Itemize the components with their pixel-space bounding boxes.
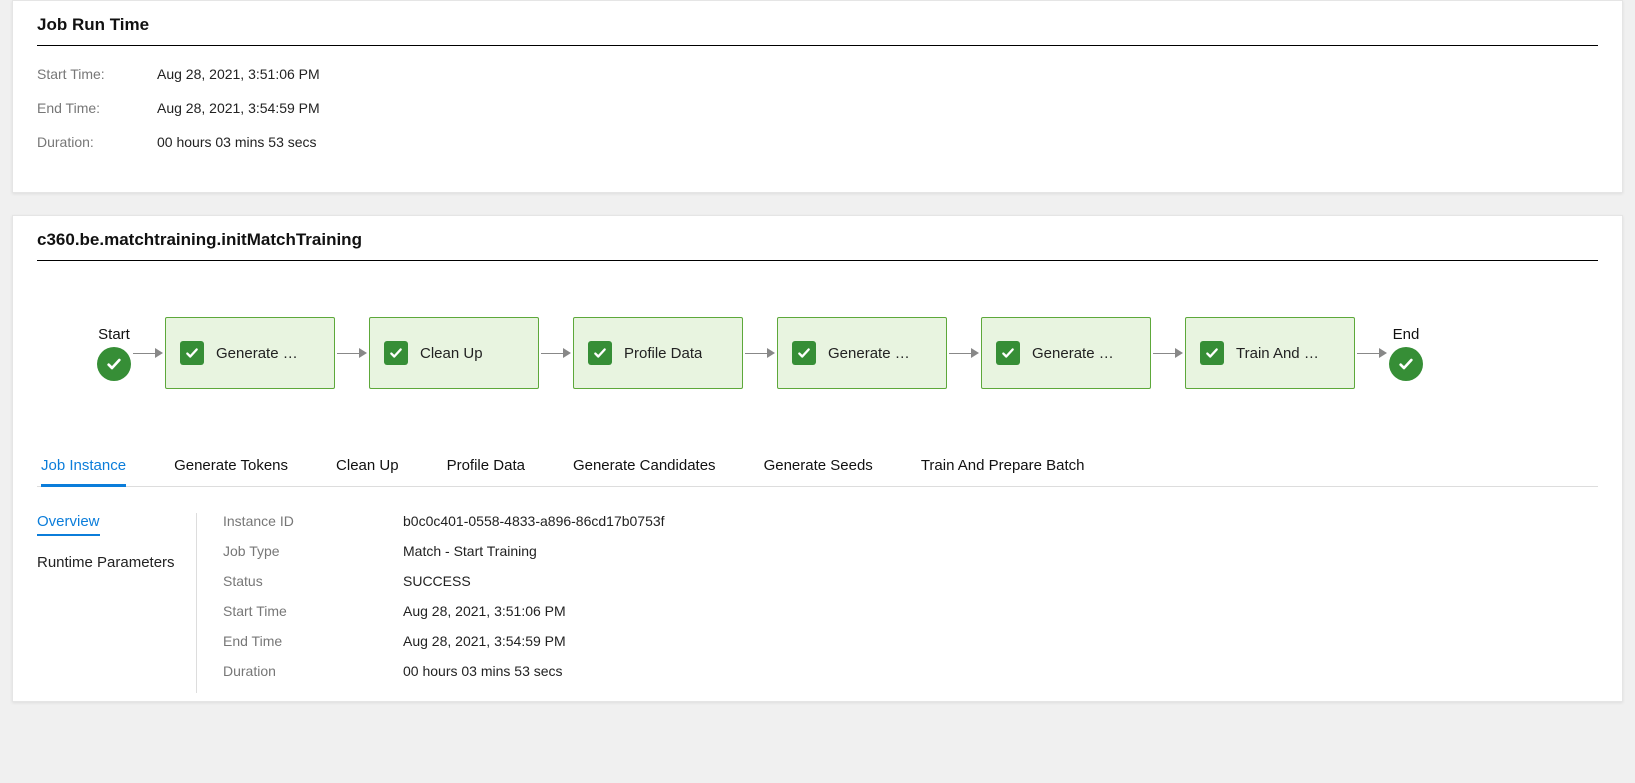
runtime-row-start: Start Time: Aug 28, 2021, 3:51:06 PM [37, 66, 1598, 82]
runtime-row-duration: Duration: 00 hours 03 mins 53 secs [37, 134, 1598, 150]
overview-row: Job TypeMatch - Start Training [223, 543, 1598, 559]
flow-arrow [745, 348, 775, 358]
tab[interactable]: Train And Prepare Batch [921, 449, 1085, 487]
flow-step[interactable]: Profile Data [573, 317, 743, 389]
side-tab-bar: Overview Runtime Parameters [37, 513, 197, 693]
job-run-time-card: Job Run Time Start Time: Aug 28, 2021, 3… [12, 0, 1623, 193]
end-time-value: Aug 28, 2021, 3:54:59 PM [157, 100, 320, 116]
tab[interactable]: Generate Tokens [174, 449, 288, 487]
check-icon [588, 341, 612, 365]
flow-start-label: Start [98, 326, 130, 343]
side-tab[interactable]: Runtime Parameters [37, 554, 175, 575]
flow-arrow [133, 348, 163, 358]
check-icon [996, 341, 1020, 365]
overview-label: Instance ID [223, 513, 403, 529]
check-icon [180, 341, 204, 365]
overview-panel: Instance IDb0c0c401-0558-4833-a896-86cd1… [197, 513, 1598, 693]
flow-start-node[interactable]: Start [97, 326, 131, 381]
flow-arrow [541, 348, 571, 358]
tab[interactable]: Job Instance [41, 449, 126, 487]
flow-step-label: Clean Up [420, 345, 483, 362]
flow-end-label: End [1393, 326, 1420, 343]
overview-value: Match - Start Training [403, 543, 537, 559]
flow-end-node[interactable]: End [1389, 326, 1423, 381]
overview-value: Aug 28, 2021, 3:51:06 PM [403, 603, 566, 619]
overview-label: Job Type [223, 543, 403, 559]
duration-label: Duration: [37, 134, 157, 150]
overview-label: Status [223, 573, 403, 589]
flow-arrow [949, 348, 979, 358]
flow-step[interactable]: Clean Up [369, 317, 539, 389]
overview-value: 00 hours 03 mins 53 secs [403, 663, 563, 679]
flow-arrow [1153, 348, 1183, 358]
check-icon [97, 347, 131, 381]
start-time-label: Start Time: [37, 66, 157, 82]
flow-step-label: Train And … [1236, 345, 1319, 362]
start-time-value: Aug 28, 2021, 3:51:06 PM [157, 66, 320, 82]
tab[interactable]: Generate Seeds [764, 449, 873, 487]
overview-label: Start Time [223, 603, 403, 619]
tab[interactable]: Generate Candidates [573, 449, 716, 487]
tab[interactable]: Clean Up [336, 449, 399, 487]
job-title: c360.be.matchtraining.initMatchTraining [37, 230, 1598, 261]
side-tab[interactable]: Overview [37, 513, 100, 536]
flow-arrow [337, 348, 367, 358]
flow-diagram: Start Generate … Clean Up Profile Data Gener… [37, 281, 1598, 419]
flow-step-label: Generate … [828, 345, 910, 362]
overview-value: Aug 28, 2021, 3:54:59 PM [403, 633, 566, 649]
flow-step-label: Generate … [1032, 345, 1114, 362]
tab[interactable]: Profile Data [447, 449, 525, 487]
flow-arrow [1357, 348, 1387, 358]
tab-bar: Job Instance Generate Tokens Clean Up Profi… [37, 449, 1598, 487]
overview-row: Instance IDb0c0c401-0558-4833-a896-86cd1… [223, 513, 1598, 529]
check-icon [792, 341, 816, 365]
overview-row: Duration00 hours 03 mins 53 secs [223, 663, 1598, 679]
overview-row: Start TimeAug 28, 2021, 3:51:06 PM [223, 603, 1598, 619]
overview-label: End Time [223, 633, 403, 649]
job-card: c360.be.matchtraining.initMatchTraining … [12, 215, 1623, 702]
flow-step[interactable]: Train And … [1185, 317, 1355, 389]
overview-value: b0c0c401-0558-4833-a896-86cd17b0753f [403, 513, 665, 529]
flow-step[interactable]: Generate … [777, 317, 947, 389]
flow-step[interactable]: Generate … [981, 317, 1151, 389]
runtime-row-end: End Time: Aug 28, 2021, 3:54:59 PM [37, 100, 1598, 116]
overview-label: Duration [223, 663, 403, 679]
overview-row: End TimeAug 28, 2021, 3:54:59 PM [223, 633, 1598, 649]
check-icon [1200, 341, 1224, 365]
end-time-label: End Time: [37, 100, 157, 116]
overview-row: StatusSUCCESS [223, 573, 1598, 589]
flow-step[interactable]: Generate … [165, 317, 335, 389]
job-run-time-title: Job Run Time [37, 15, 1598, 46]
overview-value: SUCCESS [403, 573, 471, 589]
check-icon [1389, 347, 1423, 381]
flow-step-label: Profile Data [624, 345, 702, 362]
check-icon [384, 341, 408, 365]
flow-step-label: Generate … [216, 345, 298, 362]
duration-value: 00 hours 03 mins 53 secs [157, 134, 317, 150]
